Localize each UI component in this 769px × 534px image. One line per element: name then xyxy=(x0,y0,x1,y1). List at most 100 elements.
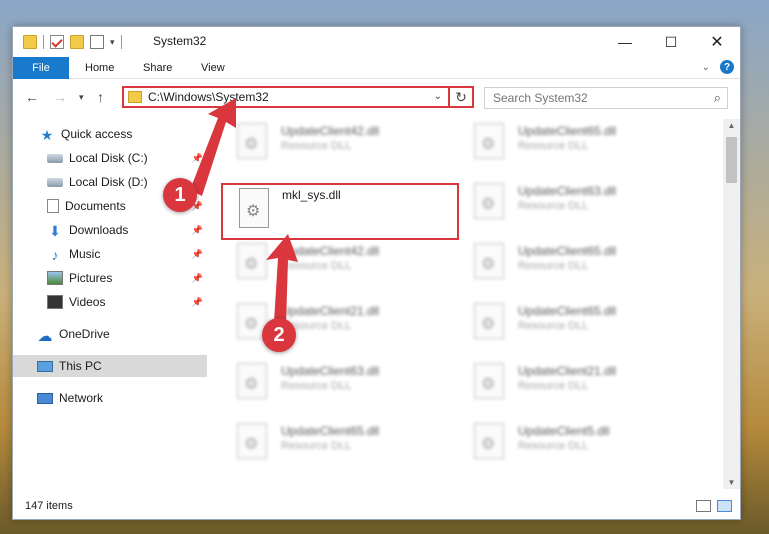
dll-file-icon xyxy=(474,123,504,159)
ribbon-right: ⌄ ? xyxy=(702,60,734,74)
dll-file-icon xyxy=(474,183,504,219)
file-item[interactable]: UpdateClient65.dll Resource DLL xyxy=(446,121,682,179)
file-item[interactable]: UpdateClient21.dll Resource DLL xyxy=(209,301,445,359)
sidebar-item-local-disk-c[interactable]: Local Disk (C:) 📌 xyxy=(13,147,207,169)
videos-icon xyxy=(47,295,63,309)
sidebar-item-downloads[interactable]: ⬇ Downloads 📌 xyxy=(13,219,207,241)
minimize-button[interactable]: — xyxy=(602,27,648,57)
divider xyxy=(120,35,122,49)
sidebar-item-pictures[interactable]: Pictures 📌 xyxy=(13,267,207,289)
file-name: UpdateClient65.dll xyxy=(518,124,617,138)
folder-icon xyxy=(128,91,142,103)
back-arrow-icon[interactable]: ← xyxy=(25,89,39,105)
help-icon[interactable]: ? xyxy=(720,60,734,74)
callout-1: 1 xyxy=(163,178,197,212)
dll-file-icon xyxy=(237,123,267,159)
pin-icon[interactable]: 📌 xyxy=(192,273,203,284)
scroll-up-icon[interactable]: ▲ xyxy=(723,121,740,130)
chevron-down-icon[interactable]: ⌄ xyxy=(434,91,442,102)
sidebar-item-label: Documents xyxy=(65,199,126,213)
file-type: Resource DLL xyxy=(281,380,352,392)
new-folder-icon[interactable] xyxy=(70,35,84,49)
vertical-scrollbar[interactable]: ▲ ▼ xyxy=(723,119,740,489)
file-name: UpdateClient42.dll xyxy=(281,124,380,138)
file-item[interactable]: UpdateClient63.dll Resource DLL xyxy=(209,361,445,419)
file-type: Resource DLL xyxy=(281,140,352,152)
sidebar-item-this-pc[interactable]: This PC xyxy=(13,355,207,377)
forward-arrow-icon[interactable]: → xyxy=(53,89,67,105)
file-name: UpdateClient63.dll xyxy=(281,364,380,378)
file-item[interactable]: UpdateClient65.dll Resource DLL xyxy=(446,241,682,299)
maximize-button[interactable]: ☐ xyxy=(648,27,694,57)
file-item[interactable]: UpdateClient5.dll Resource DLL xyxy=(446,421,682,479)
file-type: Resource DLL xyxy=(518,320,589,332)
customize-icon[interactable] xyxy=(90,35,104,49)
pin-icon[interactable]: 📌 xyxy=(192,297,203,308)
divider xyxy=(43,35,44,49)
chevron-down-icon[interactable]: ▾ xyxy=(110,37,115,48)
file-type: Resource DLL xyxy=(518,260,589,272)
tab-share[interactable]: Share xyxy=(129,57,186,79)
search-icon[interactable]: ⌕ xyxy=(714,90,721,106)
sidebar-item-network[interactable]: Network xyxy=(13,387,207,409)
downloads-icon: ⬇ xyxy=(49,223,61,239)
sidebar-item-videos[interactable]: Videos 📌 xyxy=(13,291,207,313)
sidebar-item-label: This PC xyxy=(59,359,102,373)
sidebar-item-label: OneDrive xyxy=(59,327,110,341)
sidebar-item-label: Local Disk (C:) xyxy=(69,151,148,165)
status-bar: 147 items xyxy=(13,495,740,519)
drive-icon xyxy=(47,153,63,163)
file-name: UpdateClient63.dll xyxy=(518,184,617,198)
file-type: Resource DLL xyxy=(281,440,352,452)
address-path[interactable]: C:\Windows\System32 xyxy=(148,90,269,104)
address-bar[interactable]: C:\Windows\System32 ⌄ ↻ xyxy=(122,86,474,108)
tab-view[interactable]: View xyxy=(187,57,239,79)
dll-file-icon xyxy=(237,423,267,459)
network-icon xyxy=(37,392,53,404)
pin-icon[interactable]: 📌 xyxy=(192,153,203,164)
onedrive-icon: ☁ xyxy=(37,328,53,345)
up-arrow-icon[interactable]: ↑ xyxy=(97,89,104,105)
window-title: System32 xyxy=(153,34,207,48)
file-item[interactable]: UpdateClient42.dll Resource DLL xyxy=(209,121,445,179)
file-item[interactable]: UpdateClient42.dll Resource DLL xyxy=(209,241,445,299)
file-type: Resource DLL xyxy=(518,140,589,152)
dll-file-icon xyxy=(239,188,269,228)
scrollbar-thumb[interactable] xyxy=(726,137,737,183)
file-item[interactable]: UpdateClient65.dll Resource DLL xyxy=(446,301,682,359)
file-item[interactable]: UpdateClient65.dll Resource DLL xyxy=(209,421,445,479)
folder-icon xyxy=(23,35,37,49)
scroll-down-icon[interactable]: ▼ xyxy=(723,478,740,487)
pin-icon[interactable]: 📌 xyxy=(192,225,203,236)
file-item[interactable]: UpdateClient63.dll Resource DLL xyxy=(446,181,682,239)
sidebar-item-label: Music xyxy=(69,247,101,261)
search-input[interactable] xyxy=(493,89,693,107)
highlighted-file-item[interactable]: mkl_sys.dll xyxy=(221,183,459,240)
large-icons-view-icon[interactable] xyxy=(717,500,732,512)
sidebar-item-label: Local Disk (D:) xyxy=(69,175,148,189)
file-name: UpdateClient5.dll xyxy=(518,424,610,438)
sidebar-item-music[interactable]: ♪ Music 📌 xyxy=(13,243,207,265)
recent-locations-icon[interactable]: ▾ xyxy=(79,92,84,103)
file-type: Resource DLL xyxy=(281,260,352,272)
expand-ribbon-icon[interactable]: ⌄ xyxy=(702,62,710,73)
dll-file-icon xyxy=(474,303,504,339)
file-name: UpdateClient42.dll xyxy=(281,244,380,258)
sidebar-item-label: Pictures xyxy=(69,271,113,285)
tab-file[interactable]: File xyxy=(13,57,69,79)
dll-file-icon xyxy=(474,243,504,279)
sidebar-item-onedrive[interactable]: ☁ OneDrive xyxy=(13,323,207,345)
properties-icon[interactable] xyxy=(50,35,64,49)
dll-file-icon xyxy=(474,423,504,459)
file-name: UpdateClient65.dll xyxy=(281,424,380,438)
title-bar: ▾ System32 — ☐ ✕ xyxy=(13,27,740,57)
search-box[interactable]: ⌕ xyxy=(484,87,728,109)
refresh-icon[interactable]: ↻ xyxy=(448,86,472,108)
pin-icon[interactable]: 📌 xyxy=(192,249,203,260)
details-view-icon[interactable] xyxy=(696,500,711,512)
file-item[interactable]: UpdateClient21.dll Resource DLL xyxy=(446,361,682,419)
tab-home[interactable]: Home xyxy=(71,57,128,79)
file-name: mkl_sys.dll xyxy=(282,188,341,202)
close-button[interactable]: ✕ xyxy=(694,27,740,57)
sidebar-item-quick-access[interactable]: ★ Quick access xyxy=(13,123,207,145)
